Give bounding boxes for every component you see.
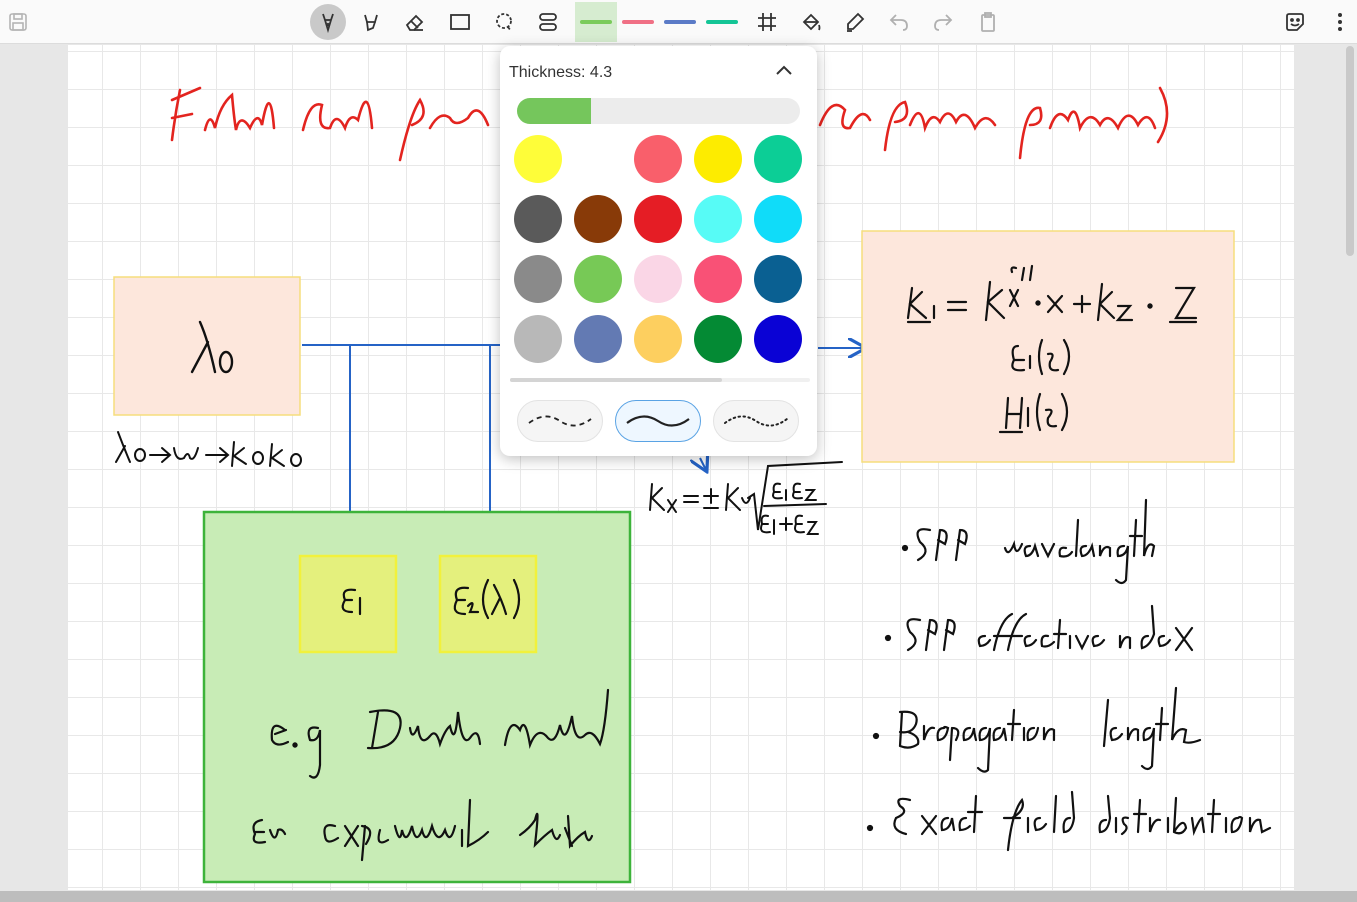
color-swatch[interactable] — [754, 315, 802, 363]
color-swatch[interactable] — [694, 315, 742, 363]
color-swatch[interactable] — [574, 135, 622, 183]
color-swatch[interactable] — [514, 315, 562, 363]
pen-settings-popup: Thickness: 4.3 — [500, 46, 817, 456]
color-swatch[interactable] — [634, 195, 682, 243]
chevron-up-icon[interactable] — [772, 59, 796, 83]
color-swatch[interactable] — [574, 195, 622, 243]
color-swatch[interactable] — [514, 135, 562, 183]
horizontal-scrollbar[interactable] — [0, 891, 1357, 902]
grid-icon[interactable] — [749, 4, 785, 40]
color-swatch[interactable] — [514, 255, 562, 303]
thickness-slider[interactable] — [517, 98, 800, 124]
more-icon[interactable] — [1322, 4, 1357, 40]
color-swatch[interactable] — [634, 315, 682, 363]
sticker-icon[interactable] — [1277, 4, 1313, 40]
dashed-line-style-button[interactable] — [517, 400, 603, 442]
toolbar — [0, 0, 1357, 44]
thickness-label: Thickness: 4.3 — [509, 64, 613, 81]
color-swatch[interactable] — [574, 315, 622, 363]
rectangle-icon[interactable] — [442, 4, 478, 40]
save-icon[interactable] — [0, 4, 36, 40]
dotted-line-style-button[interactable] — [713, 400, 799, 442]
layers-icon[interactable] — [530, 4, 566, 40]
color-swatch[interactable] — [754, 195, 802, 243]
pen-color-blue[interactable] — [659, 2, 701, 42]
color-swatch[interactable] — [694, 195, 742, 243]
color-swatch[interactable] — [694, 135, 742, 183]
marker-icon[interactable] — [837, 4, 873, 40]
thickness-slider-fill — [517, 98, 591, 124]
pen-icon[interactable] — [310, 4, 346, 40]
pen-color-pink[interactable] — [617, 2, 659, 42]
color-swatch[interactable] — [754, 135, 802, 183]
color-swatch[interactable] — [634, 135, 682, 183]
lasso-icon[interactable] — [486, 4, 522, 40]
color-swatch[interactable] — [694, 255, 742, 303]
redo-icon[interactable] — [925, 4, 961, 40]
solid-line-style-button[interactable] — [615, 400, 701, 442]
color-swatch[interactable] — [754, 255, 802, 303]
pen-color-green[interactable] — [575, 2, 617, 42]
color-swatch[interactable] — [514, 195, 562, 243]
highlighter-icon[interactable] — [353, 4, 389, 40]
pen-color-teal[interactable] — [701, 2, 743, 42]
color-swatch[interactable] — [574, 255, 622, 303]
palette-scrollbar[interactable] — [510, 378, 810, 382]
color-swatch[interactable] — [634, 255, 682, 303]
vertical-scrollbar[interactable] — [1346, 46, 1354, 256]
eraser-icon[interactable] — [397, 4, 433, 40]
fill-icon[interactable] — [793, 4, 829, 40]
clipboard-icon[interactable] — [970, 4, 1006, 40]
undo-icon[interactable] — [881, 4, 917, 40]
